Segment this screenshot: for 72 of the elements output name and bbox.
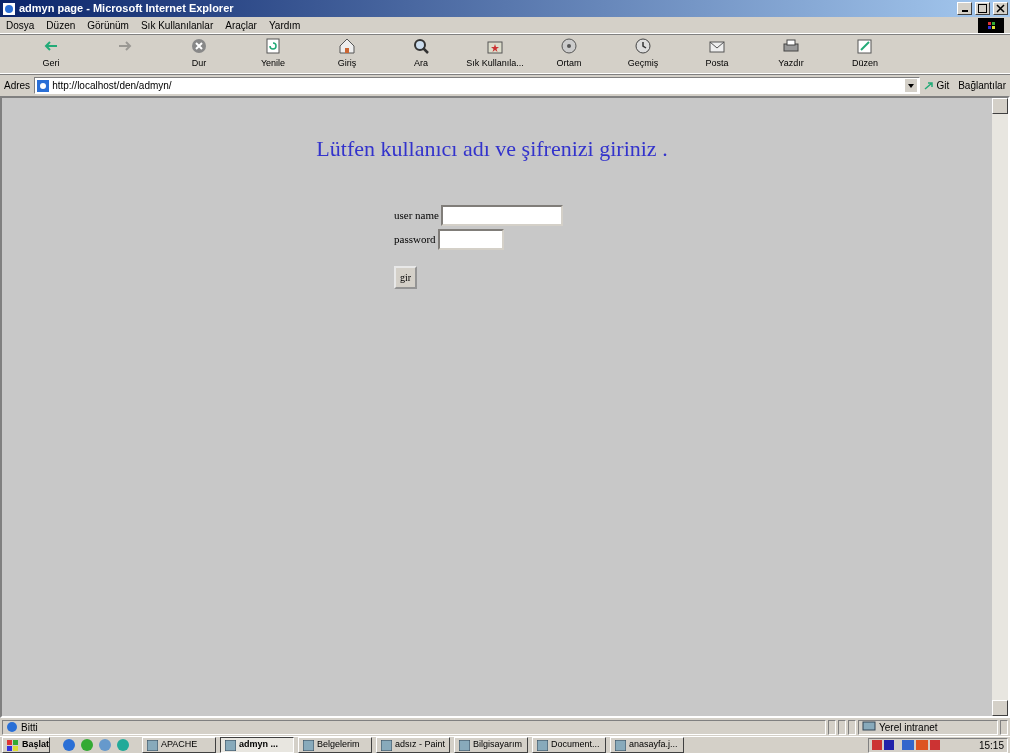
windows-logo-icon bbox=[978, 17, 1004, 33]
toolbar-button[interactable]: Geçmiş bbox=[606, 37, 680, 71]
tray-icons-drawing bbox=[872, 739, 942, 751]
house-icon bbox=[337, 37, 357, 56]
maximize-button[interactable] bbox=[975, 2, 990, 15]
zone-text: Yerel intranet bbox=[879, 720, 938, 735]
toolbar-button[interactable]: Posta bbox=[680, 37, 754, 71]
menu-item[interactable]: Sık Kullanılanlar bbox=[140, 17, 214, 33]
menu-item[interactable]: Düzen bbox=[46, 17, 76, 33]
taskbar-button[interactable]: anasayfa.j... bbox=[610, 737, 684, 753]
start-button[interactable]: Başlat bbox=[2, 737, 50, 753]
edit-icon bbox=[855, 37, 875, 56]
address-label: Adres bbox=[4, 79, 31, 93]
taskbar-button[interactable]: APACHE bbox=[142, 737, 216, 753]
search-icon bbox=[411, 37, 431, 56]
status-pane bbox=[848, 719, 856, 735]
window-title: admyn page - Microsoft Internet Explorer bbox=[19, 1, 235, 17]
toolbar-button[interactable]: Düzen bbox=[828, 37, 902, 71]
media-icon bbox=[559, 37, 579, 56]
menu-item[interactable]: Araçlar bbox=[225, 17, 257, 33]
text-field[interactable] bbox=[441, 205, 564, 226]
clock: 15:15 bbox=[978, 738, 1004, 753]
taskbar-button[interactable]: adsız - Paint bbox=[376, 737, 450, 753]
close-icon bbox=[996, 4, 1005, 13]
toolbar-button[interactable]: Dur bbox=[162, 37, 236, 71]
stop-icon bbox=[189, 37, 209, 56]
window-icon bbox=[147, 739, 158, 751]
window-icon bbox=[381, 739, 392, 751]
history-icon bbox=[633, 37, 653, 56]
window-icon bbox=[537, 739, 548, 751]
field-label: password bbox=[394, 231, 436, 247]
taskbar-button[interactable]: Belgelerim bbox=[298, 737, 372, 753]
toolbar-button[interactable]: Geri bbox=[14, 37, 88, 71]
window-icon bbox=[225, 739, 236, 751]
toolbar-button[interactable]: Yenile bbox=[236, 37, 310, 71]
toolbar-button[interactable]: Ortam bbox=[532, 37, 606, 71]
links-label[interactable]: Bağlantılar bbox=[958, 78, 1006, 93]
address-field[interactable]: http://localhost/den/admyn/ bbox=[34, 77, 920, 94]
go-arrow-icon bbox=[923, 80, 934, 91]
page-icon bbox=[37, 79, 50, 92]
toolbar-button[interactable]: Ara bbox=[384, 37, 458, 71]
menu-item[interactable]: Yardım bbox=[268, 17, 301, 33]
status-pane bbox=[828, 719, 836, 735]
maximize-icon bbox=[978, 4, 987, 13]
taskbar-button[interactable]: Document... bbox=[532, 737, 606, 753]
menu-item[interactable]: Dosya bbox=[6, 17, 35, 33]
window-icon bbox=[459, 739, 470, 751]
minimize-button[interactable] bbox=[957, 2, 972, 15]
toolbar-button[interactable]: Giriş bbox=[310, 37, 384, 71]
taskbar-button[interactable]: Bilgisayarım bbox=[454, 737, 528, 753]
windows-logo-icon bbox=[7, 739, 19, 751]
status-pane bbox=[1000, 719, 1008, 735]
go-button[interactable]: Git bbox=[923, 78, 950, 93]
status-text: Bitti bbox=[21, 720, 38, 735]
taskbar-button[interactable]: admyn ... bbox=[220, 737, 294, 753]
window-icon bbox=[303, 739, 314, 751]
refresh-icon bbox=[263, 37, 283, 56]
page-icon bbox=[6, 721, 18, 733]
scroll-down-button[interactable] bbox=[992, 700, 1008, 716]
password-field[interactable] bbox=[438, 228, 505, 250]
page-heading: Lütfen kullanıcı adı ve şifrenizi giriniz . bbox=[316, 135, 668, 163]
window-icon bbox=[615, 739, 626, 751]
minimize-icon bbox=[961, 10, 968, 12]
scroll-up-button[interactable] bbox=[992, 98, 1008, 114]
field-label: user name bbox=[394, 208, 439, 224]
network-icon bbox=[862, 721, 876, 733]
toolbar-button[interactable]: Yazdır bbox=[754, 37, 828, 71]
toolbar-button[interactable]: Sık Kullanıla... bbox=[458, 37, 532, 71]
submit-button[interactable]: gir bbox=[394, 266, 418, 289]
menu-item[interactable]: Görünüm bbox=[87, 17, 129, 33]
status-pane bbox=[838, 719, 846, 735]
close-button[interactable] bbox=[993, 2, 1008, 15]
